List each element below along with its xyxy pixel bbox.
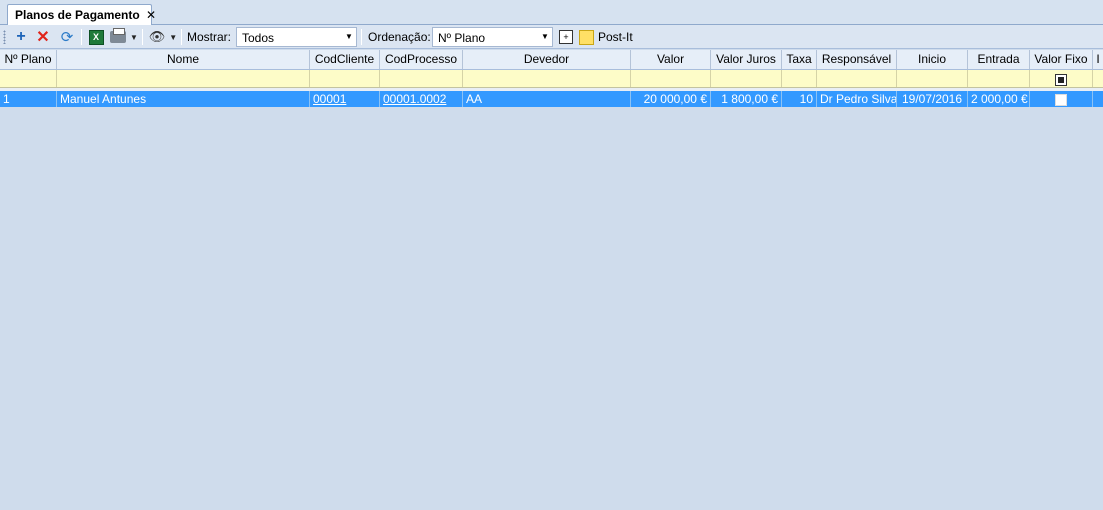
print-button[interactable]: ▼ — [109, 28, 139, 46]
printer-icon — [110, 28, 127, 43]
cell-next — [1093, 91, 1103, 107]
cell-nome: Manuel Antunes — [57, 91, 310, 107]
toolbar: + ✕ ⟳ X ▼ 👁 ▼ Mostrar: Todos ▼ Ordenação… — [0, 25, 1103, 49]
postit-label: Post-It — [598, 30, 633, 44]
export-excel-button[interactable]: X — [87, 28, 105, 46]
filter-valor-juros[interactable] — [711, 70, 782, 87]
col-valor-juros[interactable]: Valor Juros — [711, 50, 782, 69]
col-inicio[interactable]: Inicio — [897, 50, 968, 69]
col-next[interactable]: I — [1093, 50, 1103, 69]
filter-devedor[interactable] — [463, 70, 631, 87]
cell-responsavel: Dr Pedro Silva — [817, 91, 897, 107]
table-row[interactable]: 1 Manuel Antunes 00001 00001.0002 AA 20 … — [0, 91, 1103, 107]
cell-cod-processo-link[interactable]: 00001.0002 — [380, 91, 463, 107]
toolbar-grip[interactable] — [3, 30, 6, 44]
filter-valor[interactable] — [631, 70, 711, 87]
filter-row — [0, 70, 1103, 88]
close-icon[interactable]: ✕ — [146, 8, 156, 22]
find-button[interactable]: 👁 ▼ — [148, 28, 178, 46]
col-devedor[interactable]: Devedor — [463, 50, 631, 69]
mostrar-value: Todos — [242, 31, 275, 45]
postit-icon — [579, 29, 594, 45]
filter-nome[interactable] — [57, 70, 310, 87]
cell-valor-juros: 1 800,00 € — [711, 91, 782, 107]
col-entrada[interactable]: Entrada — [968, 50, 1030, 69]
col-valor-fixo[interactable]: Valor Fixo — [1030, 50, 1093, 69]
expand-icon: + — [559, 30, 573, 44]
valor-fixo-checkbox[interactable] — [1055, 93, 1067, 106]
ordenacao-select[interactable]: Nº Plano ▼ — [432, 27, 553, 47]
toolbar-separator — [81, 29, 82, 45]
cell-entrada: 2 000,00 € — [968, 91, 1030, 107]
filter-num-plano[interactable] — [0, 70, 57, 87]
ordenacao-label: Ordenação: — [368, 30, 431, 44]
filter-inicio[interactable] — [897, 70, 968, 87]
add-button[interactable]: + — [13, 28, 29, 46]
filter-next[interactable] — [1093, 70, 1103, 87]
grid-header: Nº Plano Nome CodCliente CodProcesso Dev… — [0, 50, 1103, 70]
cell-num-plano: 1 — [0, 91, 57, 107]
delete-button[interactable]: ✕ — [35, 28, 51, 46]
refresh-icon: ⟳ — [60, 29, 74, 46]
tab-planos-de-pagamento[interactable]: Planos de Pagamento ✕ — [7, 4, 156, 26]
tab-strip: Planos de Pagamento ✕ — [0, 0, 1103, 26]
filter-responsavel[interactable] — [817, 70, 897, 87]
chevron-down-icon: ▼ — [541, 32, 549, 41]
col-responsavel[interactable]: Responsável — [817, 50, 897, 69]
chevron-down-icon: ▼ — [345, 32, 353, 41]
cell-valor: 20 000,00 € — [631, 91, 711, 107]
filter-cod-processo[interactable] — [380, 70, 463, 87]
postit-button[interactable]: Post-It — [579, 28, 639, 46]
tab-title: Planos de Pagamento — [15, 8, 140, 22]
expand-button[interactable]: + — [558, 28, 574, 46]
delete-icon: ✕ — [36, 29, 50, 46]
toolbar-separator — [142, 29, 143, 45]
binoculars-icon: 👁 — [148, 29, 166, 44]
col-nome[interactable]: Nome — [57, 50, 310, 69]
col-num-plano[interactable]: Nº Plano — [0, 50, 57, 69]
toolbar-separator — [181, 29, 182, 45]
filter-entrada[interactable] — [968, 70, 1030, 87]
cell-valor-fixo — [1030, 91, 1093, 107]
col-cod-cliente[interactable]: CodCliente — [310, 50, 380, 69]
chevron-down-icon: ▼ — [169, 32, 178, 42]
cell-taxa: 10 — [782, 91, 817, 107]
filter-checkbox[interactable] — [1055, 73, 1067, 86]
plus-icon: + — [16, 28, 26, 45]
mostrar-select[interactable]: Todos ▼ — [236, 27, 357, 47]
ordenacao-value: Nº Plano — [438, 31, 486, 45]
excel-icon: X — [88, 29, 104, 45]
cell-inicio: 19/07/2016 — [897, 91, 968, 107]
toolbar-separator — [361, 29, 362, 45]
col-cod-processo[interactable]: CodProcesso — [380, 50, 463, 69]
cell-cod-cliente-link[interactable]: 00001 — [310, 91, 380, 107]
filter-cod-cliente[interactable] — [310, 70, 380, 87]
filter-valor-fixo[interactable] — [1030, 70, 1093, 87]
mostrar-label: Mostrar: — [187, 30, 232, 44]
cell-devedor: AA — [463, 91, 631, 107]
col-valor[interactable]: Valor — [631, 50, 711, 69]
refresh-button[interactable]: ⟳ — [58, 28, 76, 46]
col-taxa[interactable]: Taxa — [782, 50, 817, 69]
filter-taxa[interactable] — [782, 70, 817, 87]
chevron-down-icon: ▼ — [130, 32, 138, 42]
